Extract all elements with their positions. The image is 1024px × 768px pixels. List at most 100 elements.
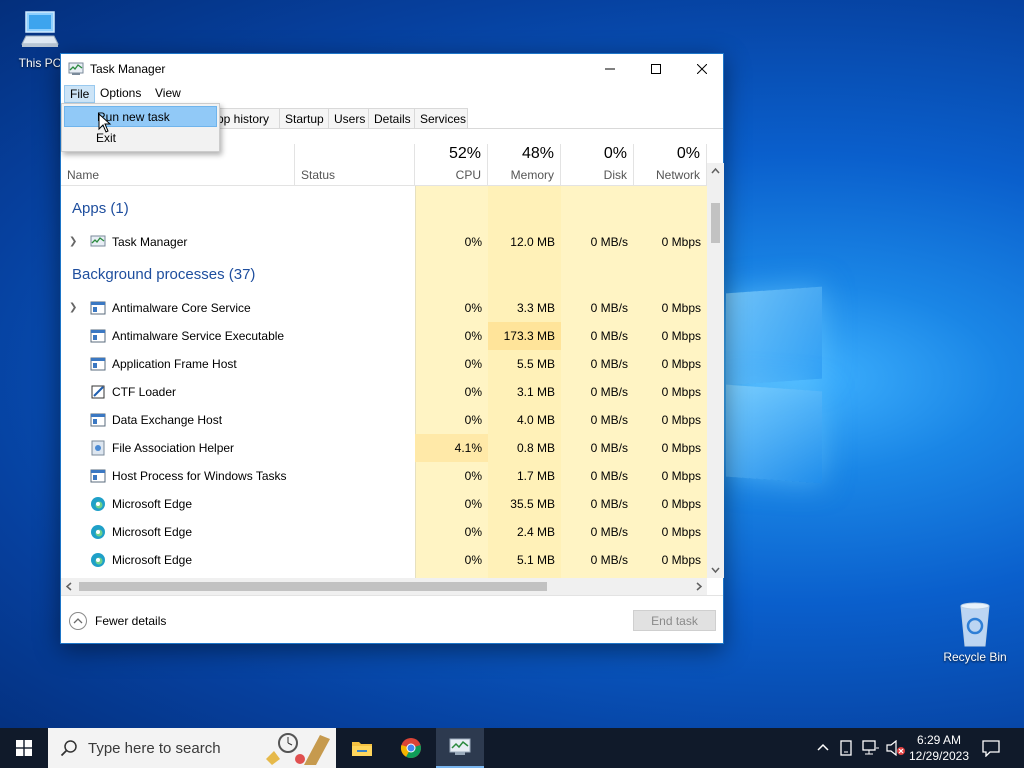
scroll-right-icon[interactable] bbox=[690, 578, 707, 595]
process-name: Application Frame Host bbox=[112, 357, 237, 371]
table-row[interactable]: CTF Loader 0% 3.1 MB 0 MB/s 0 Mbps bbox=[61, 378, 707, 406]
memory-cell: 4.0 MB bbox=[516, 413, 555, 427]
notification-center-icon[interactable] bbox=[982, 739, 1000, 757]
cpu-total: 52% bbox=[448, 145, 481, 162]
tab-users[interactable]: Users bbox=[328, 108, 369, 129]
desktop-icon-recycle-bin[interactable]: Recycle Bin bbox=[937, 602, 1013, 664]
taskbar-chrome[interactable] bbox=[387, 728, 435, 768]
menu-item-run-new-task[interactable]: Run new task bbox=[64, 106, 217, 127]
taskbar-search-box[interactable]: Type here to search bbox=[48, 728, 336, 768]
edge-icon bbox=[91, 497, 105, 511]
expand-chevron-icon[interactable]: ❯ bbox=[69, 236, 77, 247]
network-cell: 0 Mbps bbox=[661, 357, 701, 371]
memory-cell: 0.8 MB bbox=[516, 441, 555, 455]
window-title: Task Manager bbox=[90, 62, 166, 76]
table-row[interactable]: File Association Helper 4.1% 0.8 MB 0 MB… bbox=[61, 434, 707, 462]
tab-startup[interactable]: Startup bbox=[279, 108, 329, 129]
disk-cell: 0 MB/s bbox=[590, 329, 628, 343]
expand-chevron-icon[interactable]: ❯ bbox=[69, 302, 77, 313]
disk-cell: 0 MB/s bbox=[590, 357, 628, 371]
column-memory[interactable]: 48% Memory bbox=[488, 144, 561, 186]
network-cell: 0 Mbps bbox=[661, 469, 701, 483]
scroll-down-icon[interactable] bbox=[707, 561, 724, 578]
network-cell: 0 Mbps bbox=[661, 301, 701, 315]
scroll-left-icon[interactable] bbox=[61, 578, 78, 595]
collapse-chevron-icon bbox=[69, 612, 87, 630]
show-hidden-icons-chevron-icon[interactable] bbox=[816, 741, 830, 755]
scroll-up-icon[interactable] bbox=[707, 163, 724, 180]
table-row[interactable]: Microsoft Edge 0% 2.4 MB 0 MB/s 0 Mbps bbox=[61, 518, 707, 546]
column-cpu[interactable]: 52% CPU bbox=[415, 144, 488, 186]
end-task-button[interactable]: End task bbox=[633, 610, 716, 631]
minimize-button[interactable] bbox=[587, 54, 633, 84]
tab-app-history[interactable]: pp history bbox=[211, 108, 280, 129]
taskbar-clock[interactable]: 6:29 AM 12/29/2023 bbox=[904, 732, 974, 764]
network-icon[interactable] bbox=[862, 740, 880, 756]
start-button[interactable] bbox=[0, 728, 48, 768]
vertical-scroll-thumb[interactable] bbox=[711, 203, 720, 243]
title-bar[interactable]: Task Manager bbox=[61, 54, 723, 84]
table-row[interactable]: Microsoft Edge 0% 5.1 MB 0 MB/s 0 Mbps bbox=[61, 546, 707, 574]
tab-services[interactable]: Services bbox=[414, 108, 468, 129]
cpu-cell: 0% bbox=[464, 497, 482, 511]
column-status[interactable]: Status bbox=[295, 144, 415, 186]
column-disk[interactable]: 0% Disk bbox=[561, 144, 634, 186]
column-status-label: Status bbox=[301, 168, 336, 182]
group-header-background: Background processes (37) bbox=[72, 266, 256, 283]
network-cell: 0 Mbps bbox=[661, 235, 701, 249]
cpu-cell: 0% bbox=[464, 385, 482, 399]
table-row[interactable]: Data Exchange Host 0% 4.0 MB 0 MB/s 0 Mb… bbox=[61, 406, 707, 434]
menu-view[interactable]: View bbox=[150, 85, 186, 103]
file-association-icon bbox=[91, 440, 105, 456]
horizontal-scroll-thumb[interactable] bbox=[79, 582, 547, 591]
taskbar-file-explorer[interactable] bbox=[338, 728, 386, 768]
tab-details[interactable]: Details bbox=[368, 108, 415, 129]
column-name-label: Name bbox=[67, 168, 100, 182]
desktop-icon-label: This PC bbox=[18, 56, 62, 70]
maximize-button[interactable] bbox=[633, 54, 679, 84]
process-name: Antimalware Service Executable bbox=[112, 329, 285, 343]
disk-cell: 0 MB/s bbox=[590, 469, 628, 483]
memory-cell: 5.1 MB bbox=[516, 553, 555, 567]
memory-cell: 3.3 MB bbox=[516, 301, 555, 315]
column-network[interactable]: 0% Network bbox=[634, 144, 707, 186]
process-name: Antimalware Core Service bbox=[112, 301, 251, 315]
network-cell: 0 Mbps bbox=[661, 553, 701, 567]
mouse-cursor-icon bbox=[98, 113, 112, 133]
menu-options[interactable]: Options bbox=[95, 85, 146, 103]
table-row[interactable]: Antimalware Service Executable 0% 173.3 … bbox=[61, 322, 707, 350]
menu-bar: File Options View bbox=[61, 83, 723, 104]
network-cell: 0 Mbps bbox=[661, 329, 701, 343]
disk-cell: 0 MB/s bbox=[590, 497, 628, 511]
table-row[interactable]: Microsoft Edge 0% 35.5 MB 0 MB/s 0 Mbps bbox=[61, 490, 707, 518]
ctf-loader-icon bbox=[91, 385, 105, 399]
network-cell: 0 Mbps bbox=[661, 385, 701, 399]
taskbar-task-manager[interactable] bbox=[436, 728, 484, 768]
search-icon bbox=[60, 740, 77, 757]
vertical-scrollbar[interactable] bbox=[707, 163, 724, 578]
wallpaper-logo-pane bbox=[726, 286, 822, 386]
table-row[interactable]: ❯ Antimalware Core Service 0% 3.3 MB 0 M… bbox=[61, 294, 707, 322]
menu-file[interactable]: File bbox=[64, 85, 96, 103]
computer-icon bbox=[21, 11, 59, 47]
column-cpu-label: CPU bbox=[455, 168, 481, 182]
close-button[interactable] bbox=[679, 54, 725, 84]
memory-cell: 3.1 MB bbox=[516, 385, 555, 399]
process-name: Data Exchange Host bbox=[112, 413, 223, 427]
table-row[interactable]: Host Process for Windows Tasks 0% 1.7 MB… bbox=[61, 462, 707, 490]
service-window-icon bbox=[90, 357, 106, 371]
menu-item-exit[interactable]: Exit bbox=[64, 128, 217, 149]
edge-icon bbox=[91, 553, 105, 567]
table-row[interactable]: ❯ Task Manager 0% 12.0 MB 0 MB/s 0 Mbps bbox=[61, 228, 707, 256]
service-window-icon bbox=[90, 413, 106, 427]
volume-muted-icon[interactable] bbox=[886, 740, 906, 756]
memory-cell: 12.0 MB bbox=[510, 235, 555, 249]
edge-icon bbox=[91, 525, 105, 539]
table-row[interactable]: Application Frame Host 0% 5.5 MB 0 MB/s … bbox=[61, 350, 707, 378]
service-window-icon bbox=[90, 301, 106, 315]
tablet-tray-icon[interactable] bbox=[839, 740, 853, 756]
service-window-icon bbox=[90, 329, 106, 343]
close-icon bbox=[697, 64, 707, 74]
horizontal-scrollbar[interactable] bbox=[61, 578, 707, 595]
column-network-label: Network bbox=[655, 168, 700, 182]
